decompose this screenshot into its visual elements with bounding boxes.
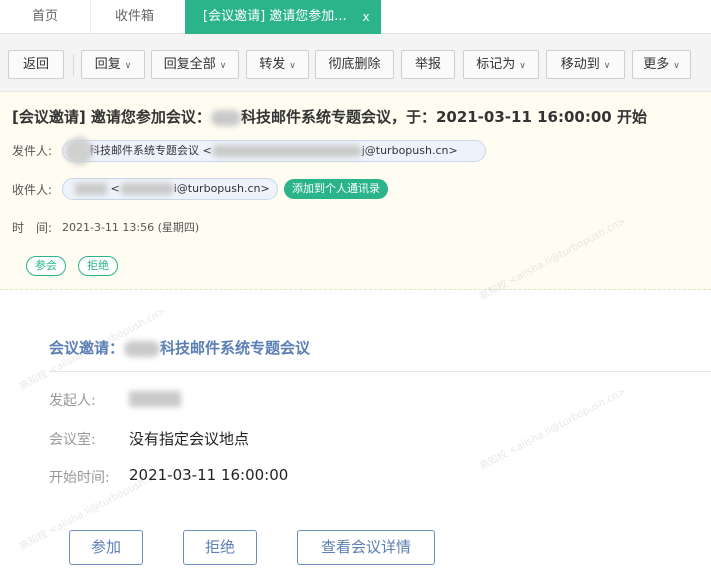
forward-label: 转发 [259, 57, 286, 72]
toolbar-divider [73, 54, 74, 76]
mail-subject: [会议邀请] 邀请您参加会议： 科技邮件系统专题会议，于：2021-03-11 1… [12, 106, 702, 127]
mark-as-button[interactable]: 标记为 ∨ [463, 50, 539, 79]
invitation-title-prefix: 会议邀请： [49, 339, 125, 357]
recipient-lt: < [110, 182, 120, 195]
sent-time: 2021-3-11 13:56 (星期四) [62, 221, 200, 234]
mail-header: [会议邀请] 邀请您参加会议： 科技邮件系统专题会议，于：2021-03-11 1… [0, 92, 711, 290]
recipient-domain: i@turbopush.cn> [173, 182, 270, 195]
chevron-down-icon: ∨ [603, 61, 611, 71]
tab-home[interactable]: 首页 [0, 0, 90, 34]
redacted-company-name [210, 109, 241, 126]
sender-avatar [65, 137, 93, 165]
decline-invite-button[interactable]: 拒绝 [78, 256, 118, 276]
redacted-organizer [129, 390, 181, 407]
reply-label: 回复 [94, 57, 121, 72]
watermark-line: 高知校 [17, 368, 50, 393]
tab-current-mail[interactable]: [会议邀请] 邀请您参加... x [185, 0, 381, 34]
move-to-button[interactable]: 移动到 ∨ [546, 50, 625, 79]
subject-suffix: 科技邮件系统专题会议，于：2021-03-11 16:00:00 开始 [240, 108, 647, 126]
organizer-label: 发起人: [49, 393, 96, 409]
close-icon[interactable]: x [359, 0, 373, 34]
chevron-down-icon: ∨ [519, 61, 526, 71]
chevron-down-icon: ∨ [289, 61, 296, 71]
tab-current-mail-label: [会议邀请] 邀请您参加... [203, 9, 347, 24]
accept-invite-button[interactable]: 参会 [26, 256, 66, 276]
reply-all-button[interactable]: 回复全部 ∨ [151, 50, 239, 79]
invitation-title: 会议邀请： 科技邮件系统专题会议 [49, 337, 310, 358]
join-button[interactable]: 参加 [69, 530, 143, 565]
start-time-label: 开始时间: [49, 470, 110, 486]
more-button[interactable]: 更多 ∨ [632, 50, 691, 79]
recipient-address[interactable]: < i@turbopush.cn> [62, 178, 278, 200]
sender-domain: j@turbopush.cn> [361, 144, 458, 157]
redacted-recipient-email [119, 183, 174, 195]
watermark-line: <aiisha.li@turbopush.cn> [507, 385, 629, 458]
chevron-down-icon: ∨ [124, 61, 132, 71]
chevron-down-icon: ∨ [219, 61, 227, 71]
forward-button[interactable]: 转发 ∨ [246, 50, 309, 79]
subject-prefix: [会议邀请] 邀请您参加会议： [12, 108, 211, 126]
tab-bar: 首页 收件箱 [会议邀请] 邀请您参加... x [0, 0, 711, 34]
organizer-value [129, 389, 181, 407]
add-to-contacts-button[interactable]: 添加到个人通讯录 [284, 179, 388, 199]
time-label: 时 间: [12, 221, 53, 235]
reply-button[interactable]: 回复 ∨ [81, 50, 145, 79]
redacted-recipient-name [75, 183, 107, 195]
room-label: 会议室: [49, 432, 96, 448]
room-value: 没有指定会议地点 [129, 430, 250, 448]
chevron-down-icon: ∨ [673, 61, 680, 71]
mail-toolbar: 返回 回复 ∨ 回复全部 ∨ 转发 ∨ 彻底删除 举报 标记为 ∨ 移动到 ∨ 更多 ∨ [0, 34, 711, 92]
move-to-label: 移动到 [560, 57, 600, 72]
back-button[interactable]: 返回 [8, 50, 64, 79]
report-button[interactable]: 举报 [401, 50, 455, 79]
sender-address[interactable]: 科技邮件系统专题会议 < j@turbopush.cn> [62, 137, 486, 165]
invitation-title-suffix: 科技邮件系统专题会议 [160, 339, 311, 357]
view-meeting-details-button[interactable]: 查看会议详情 [297, 530, 435, 565]
watermark-line: 高知校 [17, 528, 50, 553]
delete-permanently-button[interactable]: 彻底删除 [315, 50, 394, 79]
start-time-value: 2021-03-11 16:00:00 [129, 466, 289, 484]
watermark: 高知校 <aiisha.li@turbopush.cn> [476, 382, 629, 473]
redacted-company-name [124, 340, 161, 357]
reply-all-label: 回复全部 [163, 57, 216, 72]
watermark-line: 高知校 [477, 448, 510, 473]
sender-label: 发件人: [12, 144, 53, 158]
decline-button[interactable]: 拒绝 [183, 530, 257, 565]
invitation-divider [49, 371, 711, 372]
recipient-label: 收件人: [12, 183, 53, 197]
more-label: 更多 [643, 57, 670, 72]
tab-inbox[interactable]: 收件箱 [90, 0, 178, 34]
mark-as-label: 标记为 [476, 57, 516, 72]
sender-name: 科技邮件系统专题会议 < [89, 144, 212, 157]
redacted-sender-email [211, 145, 362, 157]
